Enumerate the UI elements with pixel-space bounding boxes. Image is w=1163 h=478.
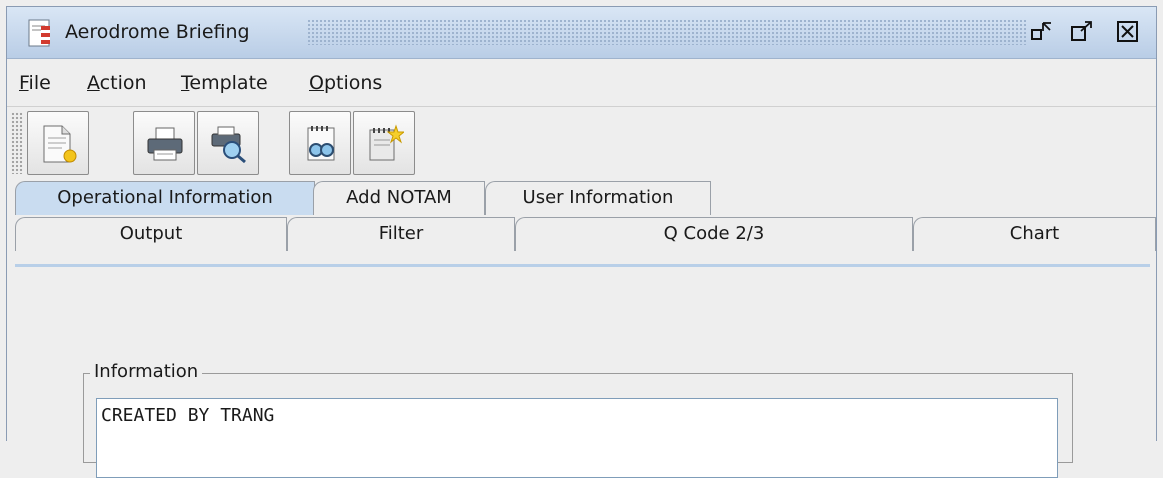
view-notam-button[interactable] [289,111,351,175]
close-icon[interactable] [1115,19,1141,45]
tab-add-notam[interactable]: Add NOTAM [313,181,485,215]
maximize-icon[interactable] [1069,19,1095,45]
menu-template[interactable]: Template [181,72,268,94]
tab-chart[interactable]: Chart [913,217,1156,251]
information-label: Information [90,361,203,382]
window-title: Aerodrome Briefing [65,21,250,43]
tab-row-primary: Operational Information Add NOTAM User I… [7,179,1156,215]
print-preview-button[interactable] [197,111,259,175]
new-notam-button[interactable] [353,111,415,175]
tab-row-secondary: Output Filter Q Code 2/3 Chart [7,215,1156,255]
tab-operational-information[interactable]: Operational Information [15,181,315,215]
print-button[interactable] [133,111,195,175]
menu-file[interactable]: File [19,72,51,94]
tab-q-code[interactable]: Q Code 2/3 [515,217,913,251]
toolbar-grip[interactable] [11,112,23,174]
new-document-button[interactable] [27,111,89,175]
tab-content-panel: Information CREATED BY TRANG [15,264,1150,478]
menu-bar: File Action Template Options [7,60,1156,106]
information-textarea[interactable]: CREATED BY TRANG [96,398,1058,478]
title-bar[interactable]: Aerodrome Briefing [7,7,1156,59]
menu-options[interactable]: Options [309,72,382,94]
application-window: Aerodrome Briefing File Action Template … [6,6,1157,478]
information-group: Information CREATED BY TRANG [83,361,1073,478]
tab-user-information[interactable]: User Information [485,181,711,215]
toolbar [7,106,1156,179]
app-icon [27,18,55,48]
tab-filter[interactable]: Filter [287,217,515,251]
minimize-icon[interactable] [1029,19,1055,45]
menu-action[interactable]: Action [87,72,147,94]
tab-output[interactable]: Output [15,217,287,251]
title-bar-texture [307,19,1027,45]
